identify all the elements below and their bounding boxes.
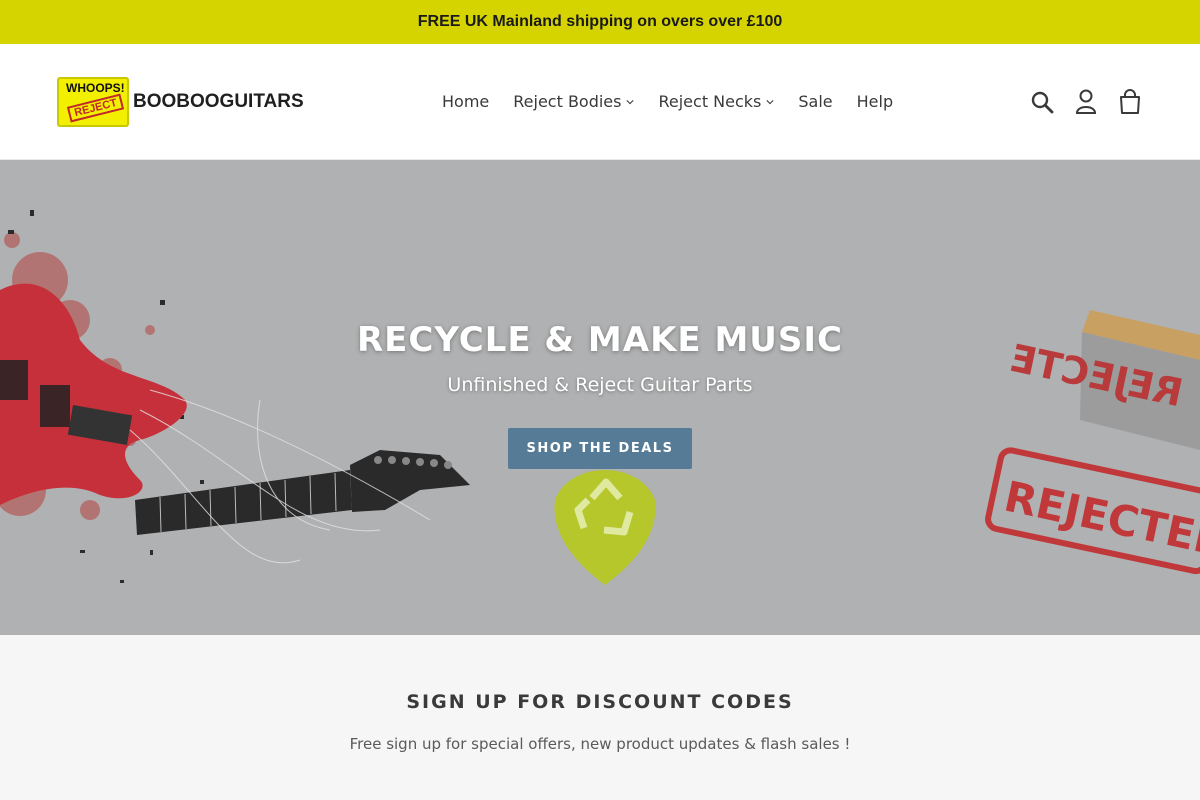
main-nav: Home Reject Bodies Reject Necks Sale Hel… <box>430 92 905 111</box>
nav-item-label: Home <box>442 92 490 111</box>
nav-item-help[interactable]: Help <box>845 92 905 111</box>
brand-name: BOOBOOGUITARS <box>133 90 304 112</box>
shop-the-deals-button[interactable]: SHOP THE DEALS <box>507 428 693 469</box>
signup-title: SIGN UP FOR DISCOUNT CODES <box>406 691 794 713</box>
nav-item-home[interactable]: Home <box>430 92 501 111</box>
chevron-down-icon <box>626 99 635 104</box>
nav-item-reject-bodies[interactable]: Reject Bodies <box>501 92 646 111</box>
nav-item-sale[interactable]: Sale <box>786 92 844 111</box>
nav-item-label: Reject Bodies <box>513 92 622 111</box>
recycle-pick-icon <box>554 470 656 585</box>
announcement-text: FREE UK Mainland shipping on overs over … <box>417 13 783 30</box>
hero-banner: REJECTE REJECTED RECYCLE & MAKE MUSIC Un… <box>0 160 1200 635</box>
logo-badge: WHOOPS! REJECT <box>57 76 129 127</box>
announcement-bar: FREE UK Mainland shipping on overs over … <box>0 0 1200 44</box>
account-icon[interactable] <box>1073 89 1099 115</box>
signup-text: Free sign up for special offers, new pro… <box>349 735 851 753</box>
search-icon[interactable] <box>1029 89 1055 115</box>
nav-item-label: Sale <box>798 92 833 111</box>
hero-subtitle: Unfinished & Reject Guitar Parts <box>447 374 753 396</box>
site-header: WHOOPS! REJECT BOOBOOGUITARS Home Reject… <box>0 44 1200 160</box>
hero-content: RECYCLE & MAKE MUSIC Unfinished & Reject… <box>0 320 1200 469</box>
logo-badge-top-text: WHOOPS! <box>66 80 125 95</box>
nav-item-label: Help <box>856 92 894 111</box>
header-actions <box>1029 44 1143 160</box>
nav-item-label: Reject Necks <box>658 92 762 111</box>
logo-badge-stamp: REJECT <box>66 93 125 122</box>
newsletter-signup: SIGN UP FOR DISCOUNT CODES Free sign up … <box>0 635 1200 800</box>
cart-icon[interactable] <box>1117 89 1143 115</box>
hero-title: RECYCLE & MAKE MUSIC <box>356 320 844 360</box>
site-logo[interactable]: WHOOPS! REJECT BOOBOOGUITARS <box>57 76 357 127</box>
chevron-down-icon <box>766 99 774 104</box>
nav-item-reject-necks[interactable]: Reject Necks <box>646 92 786 111</box>
